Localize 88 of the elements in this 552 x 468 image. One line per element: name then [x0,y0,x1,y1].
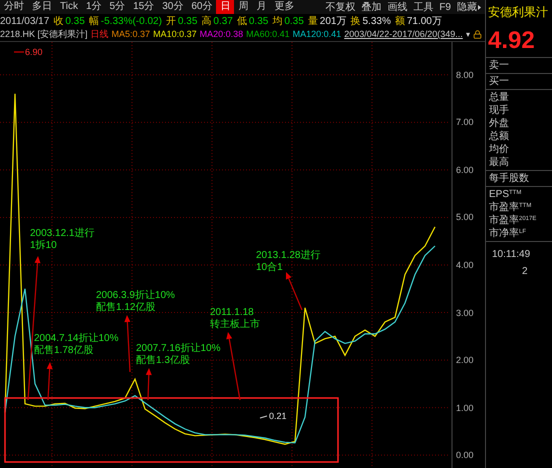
quote-row-label: 外盘 [488,117,510,130]
chart-annotation: 2007.7.16折让10% 配售1.3亿股 [136,343,221,367]
quote-row-label: 买一 [488,75,510,88]
quote-label: 开 [166,14,176,28]
caret-icon [478,4,481,10]
toolbar-button[interactable]: 不复权 [325,0,356,14]
period-tab[interactable]: 月 [252,0,270,14]
quote-row-label: 最高 [488,156,510,169]
quote-row-label: 总额 [488,130,510,143]
toolbar-button[interactable]: 隐藏 [457,0,477,14]
arrow [124,315,131,372]
axis-label: 8.00 [456,68,474,82]
axis-label: 1.00 [456,402,474,415]
period-tab[interactable]: Tick [56,0,82,14]
leader-line [260,416,268,418]
arrow [286,272,303,310]
dropdown-caret[interactable]: ▾ [466,28,470,40]
quote-row-label: EPS$^{TTM}$ [488,188,522,201]
axis-label: 7.00 [456,116,474,130]
toolbar-button[interactable]: F9 [439,0,451,14]
arrow [146,368,152,400]
quote-row-label: 市盈率$^{TTM}$ [488,201,532,214]
chart-annotation: 2006.3.9折让10% 配售1.12亿股 [96,290,175,314]
quote-row-label: 市净率$^{LF}$ [488,227,528,240]
quote-value: 5.33% [362,14,391,28]
quote-row-label: 卖一 [488,59,510,72]
toolbar-button[interactable]: 画线 [387,0,408,14]
stock-code: 2218.HK [安德利果汁] [0,28,88,41]
axis-label: 5.00 [456,211,474,224]
lock-icon[interactable] [472,30,482,39]
period-tab[interactable]: 更多 [270,0,298,14]
low-price-label: 0.21 [269,410,287,423]
quote-row-label: 现手 [488,104,510,117]
quote-label: 换 [350,14,360,28]
quote-date: 2011/03/17 [0,14,50,28]
ma-legend: MA10:0.37 [153,28,197,42]
quote-value: 0.35 [248,14,268,28]
quote-value: 71.00万 [406,14,442,28]
high-price-label: 6.90 [25,46,43,59]
ma-legend: MA5:0.37 [112,28,150,42]
quote-label: 均 [272,14,282,28]
current-price: 4.92 [487,28,536,52]
period-label: 日线 [90,28,109,41]
period-tab[interactable]: 5分 [106,0,130,14]
axis-label: 0.00 [456,449,474,462]
quote-row-label: 均价 [488,143,510,156]
axis-label: 2.00 [456,354,474,368]
period-tab[interactable]: 30分 [158,0,188,14]
period-tab[interactable]: 60分 [187,0,216,14]
quote-row-label: 市盈率$^{2017E}$ [488,214,538,227]
quote-value: 0.35 [284,14,304,28]
quote-label: 收 [53,14,64,28]
ma-legend: MA60:0.41 [246,28,290,42]
axis-label: 6.00 [456,164,474,177]
toolbar-button[interactable]: 叠加 [361,0,382,14]
arrow [46,362,53,400]
quote-label: 高 [201,14,212,28]
quote-label: 幅 [88,14,99,28]
period-tab[interactable]: 1分 [82,0,106,14]
arrow [226,332,241,400]
period-tab[interactable]: 多日 [28,0,56,14]
quote-row-label: 总量 [488,91,510,104]
quote-row-label: 每手股数 [488,172,530,185]
quote-value: 0.37 [213,14,233,28]
ma-legend: MA120:0.41 [292,28,342,42]
quote-value: -5.33%(-0.02) [100,14,162,28]
period-tab[interactable]: 周 [234,0,252,14]
period-tab[interactable]: 日 [216,0,234,14]
ma-legend: MA20:0.38 [200,28,244,42]
quote-value: 201万 [320,14,346,28]
quote-label: 量 [308,14,318,28]
trade-count: 2 [521,265,529,279]
quote-value: 0.35 [65,14,85,28]
period-tab[interactable]: 15分 [129,0,158,14]
quote-value: 0.35 [178,14,198,28]
axis-label: 3.00 [456,306,474,320]
chart-annotation: 2003.12.1进行 1拆10 [30,228,94,252]
toolbar-button[interactable]: 工具 [413,0,434,14]
date-range-link[interactable]: 2003/04/22-2017/06/20(349... [344,28,463,42]
trade-time: 10:11:49 [491,248,532,262]
period-tab[interactable]: 分时 [0,0,28,14]
quote-label: 低 [236,14,247,28]
chart-annotation: 2004.7.14折让10% 配售1.78亿股 [34,333,119,357]
stock-name: 安德利果汁 [487,4,549,21]
chart-annotation: 2011.1.18 转主板上市 [210,307,260,331]
quote-label: 额 [394,14,405,28]
chart-annotation: 2013.1.28进行 10合1 [256,250,320,274]
axis-label: 4.00 [456,258,474,272]
